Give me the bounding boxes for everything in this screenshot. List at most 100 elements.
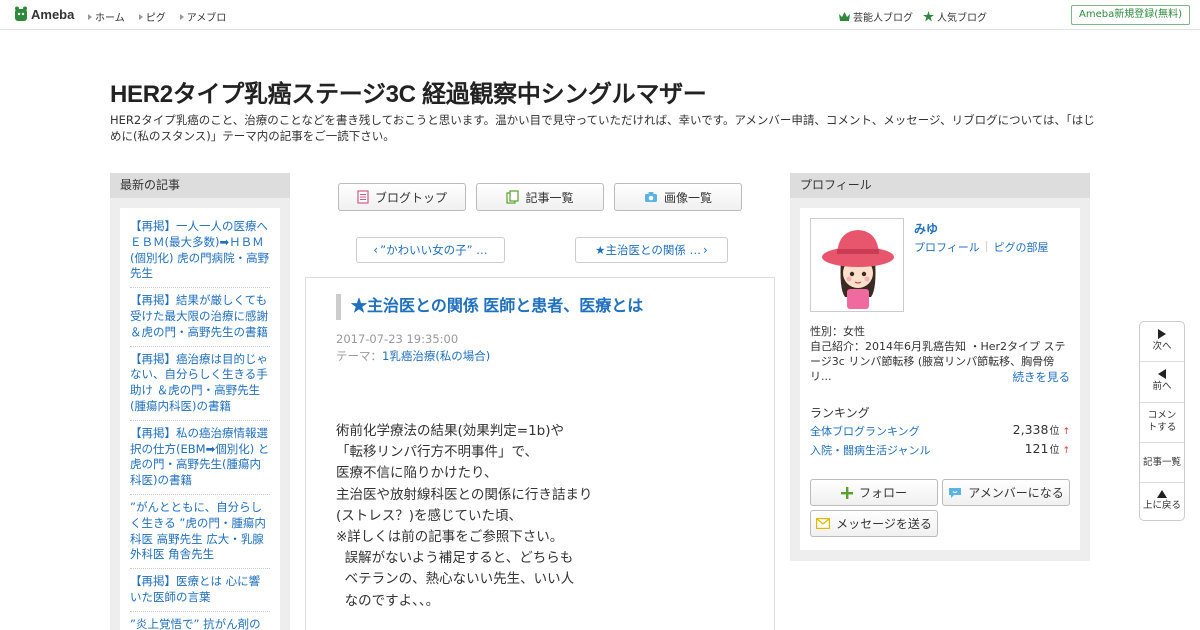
amember-label: アメンバーになる <box>968 486 1064 500</box>
article: ★主治医との関係 医師と患者、医療とは 2017-07-23 19:35:00 … <box>305 277 775 630</box>
copy-icon <box>506 190 520 204</box>
speech-bubble-icon <box>949 487 962 498</box>
next-post-button[interactable]: 次へ <box>1140 329 1184 353</box>
floating-nav: 次へ 前へ コメントする 記事一覧 上に戻る <box>1139 321 1185 521</box>
image-list-label: 画像一覧 <box>663 190 712 205</box>
blog-description: HER2タイプ乳癌のこと、治療のことなどを書き残しておこうと思います。温かい目で… <box>110 113 1095 143</box>
back-to-top-button[interactable]: 上に戻る <box>1140 490 1184 512</box>
profile-name[interactable]: みゆ <box>914 220 938 237</box>
next-article-button[interactable]: ★主治医との関係 … › <box>575 237 728 263</box>
recent-posts-box: 最新の記事 【再掲】一人一人の医療へ ＥＢＭ(最大多数)➡ＨＢＭ(個別化) 虎の… <box>110 173 290 630</box>
chevron-right-icon: › <box>703 243 708 257</box>
comment-button[interactable]: コメントする <box>1140 410 1184 434</box>
header-links: 芸能人ブログ 人気ブログ <box>839 9 987 24</box>
play-up-icon <box>1157 490 1167 498</box>
recent-post-link[interactable]: 【再掲】癌治療は目的じゃない、自分らしく生きる手助け ＆虎の門・高野先生(腫瘍内… <box>130 347 270 421</box>
recent-post-link[interactable]: 【再掲】結果が厳しくても受けた最大限の治療に感謝 ＆虎の門・高野先生の書籍 <box>130 288 270 347</box>
ranking-genre-link[interactable]: 入院・闘病生活ジャンル <box>810 442 930 458</box>
blog-top-button[interactable]: ブログトップ <box>338 183 466 211</box>
profile-heading: プロフィール <box>790 173 1090 198</box>
arrow-right-icon <box>88 13 92 20</box>
post-list-button[interactable]: 記事一覧 <box>1140 457 1184 469</box>
arrow-up-icon: ↑ <box>1062 427 1070 437</box>
send-message-label: メッセージを送る <box>836 517 932 531</box>
prev-article-button[interactable]: ‹ ”かわいい女の子” … <box>356 237 505 263</box>
recent-posts-heading: 最新の記事 <box>110 173 290 198</box>
play-right-icon <box>1158 329 1166 339</box>
pig-room-link[interactable]: ピグの部屋 <box>994 239 1049 255</box>
celebrity-blog-link[interactable]: 芸能人ブログ <box>839 9 913 24</box>
arrow-right-icon <box>138 13 143 20</box>
follow-button[interactable]: フォロー <box>810 479 938 506</box>
ranking-overall-link[interactable]: 全体ブログランキング <box>810 423 920 439</box>
ranking-unit: 位 <box>1049 445 1060 456</box>
comment-label: コメントする <box>1147 410 1177 433</box>
nav-home[interactable]: ホーム <box>88 9 125 24</box>
amember-button[interactable]: アメンバーになる <box>942 479 1070 506</box>
popular-blog-link[interactable]: 人気ブログ <box>923 9 987 24</box>
profile-box: プロフィール みゆ プロフィール | ピグの部屋 性別：女性 自己紹介：2014… <box>790 173 1090 561</box>
divider <box>1140 442 1184 443</box>
ranking-heading: ランキング <box>810 406 870 420</box>
article-body: 術前化学療法の結果(効果判定=1b)や 「転移リンパ行方不明事件」で、 医療不信… <box>336 423 593 609</box>
profile-link[interactable]: プロフィール <box>914 239 980 255</box>
crown-icon <box>839 12 850 21</box>
next-post-label: 次へ <box>1152 341 1172 352</box>
link-separator: | <box>984 239 989 252</box>
ranking-value: 121 位 ↑ <box>1025 441 1070 456</box>
camera-icon <box>644 192 657 202</box>
recent-post-link[interactable]: ”炎上覚悟で” 抗がん剤の <box>130 612 270 630</box>
blog-title[interactable]: HER2タイプ乳癌ステージ3C 経過観察中シングルマザー <box>110 74 707 109</box>
article-theme-label: テーマ： <box>336 349 382 363</box>
global-nav: ホーム ピグ アメブロ <box>88 9 226 24</box>
recent-posts-list: 【再掲】一人一人の医療へ ＥＢＭ(最大多数)➡ＨＢＭ(個別化) 虎の門病院・高野… <box>120 208 280 630</box>
article-theme: テーマ：1乳癌治療(私の場合) <box>336 348 490 364</box>
follow-label: フォロー <box>858 486 907 500</box>
ranking-value: 2,338 位 ↑ <box>1013 422 1070 437</box>
ameba-logo[interactable]: Ameba <box>14 6 74 22</box>
envelope-icon <box>816 518 831 529</box>
global-header: Ameba ホーム ピグ アメブロ 芸能人ブログ 人気ブログ Ameba新規登録… <box>0 0 1200 30</box>
profile-links: プロフィール | ピグの部屋 <box>914 239 1049 255</box>
plus-icon <box>840 486 853 499</box>
profile-content: みゆ プロフィール | ピグの部屋 性別：女性 自己紹介：2014年6月乳癌告知… <box>800 208 1080 550</box>
send-message-button[interactable]: メッセージを送る <box>810 510 938 537</box>
divider <box>1140 482 1184 483</box>
article-title[interactable]: ★主治医との関係 医師と患者、医療とは <box>336 294 643 320</box>
recent-post-link[interactable]: ”がんとともに、自分らしく生きる ”虎の門・腫瘍内科医 高野先生 広大・乳腺外科… <box>130 495 270 570</box>
next-article-label: ★主治医との関係 … <box>595 243 702 257</box>
document-icon <box>357 190 369 204</box>
read-more-link[interactable]: 続きを見る <box>1013 369 1071 385</box>
popular-blog-label: 人気ブログ <box>937 13 987 24</box>
prev-post-button[interactable]: 前へ <box>1140 369 1184 393</box>
ranking-unit: 位 <box>1049 426 1060 437</box>
nav-ameblo-label: アメブロ <box>186 13 227 24</box>
nav-pig[interactable]: ピグ <box>138 9 166 24</box>
article-list-button[interactable]: 記事一覧 <box>476 183 604 211</box>
prev-post-label: 前へ <box>1152 381 1172 392</box>
nav-pig-label: ピグ <box>145 13 166 24</box>
blog-top-label: ブログトップ <box>374 190 447 205</box>
ranking-row: 入院・闘病生活ジャンル 121 位 ↑ <box>810 441 1070 457</box>
nav-home-label: ホーム <box>95 13 125 24</box>
signup-button[interactable]: Ameba新規登録(無料) <box>1070 5 1190 25</box>
avatar[interactable] <box>810 218 904 312</box>
avatar-girl-hat-icon <box>811 219 903 311</box>
recent-post-link[interactable]: 【再掲】医療とは 心に響いた医師の言葉 <box>130 569 270 612</box>
recent-post-link[interactable]: 【再掲】私の癌治療情報選択の仕方(EBM➡個別化) と虎の門・高野先生(腫瘍内科… <box>130 421 270 495</box>
ranking-number: 2,338 <box>1012 422 1049 437</box>
logo-text: Ameba <box>31 6 75 22</box>
divider <box>1140 361 1184 362</box>
article-theme-link[interactable]: 1乳癌治療(私の場合) <box>382 349 490 363</box>
nav-ameblo[interactable]: アメブロ <box>179 9 227 24</box>
arrow-right-icon <box>179 13 184 20</box>
prev-article-label: ”かわいい女の子” … <box>380 243 488 257</box>
article-date: 2017-07-23 19:35:00 <box>336 332 459 346</box>
recent-post-link[interactable]: 【再掲】一人一人の医療へ ＥＢＭ(最大多数)➡ＨＢＭ(個別化) 虎の門病院・高野… <box>130 218 270 289</box>
chevron-left-icon: ‹ <box>373 243 379 257</box>
article-list-label: 記事一覧 <box>525 190 574 205</box>
ranking-number: 121 <box>1024 441 1049 456</box>
ranking-row: 全体ブログランキング 2,338 位 ↑ <box>810 422 1070 438</box>
celebrity-blog-label: 芸能人ブログ <box>853 13 913 24</box>
image-list-button[interactable]: 画像一覧 <box>614 183 742 211</box>
